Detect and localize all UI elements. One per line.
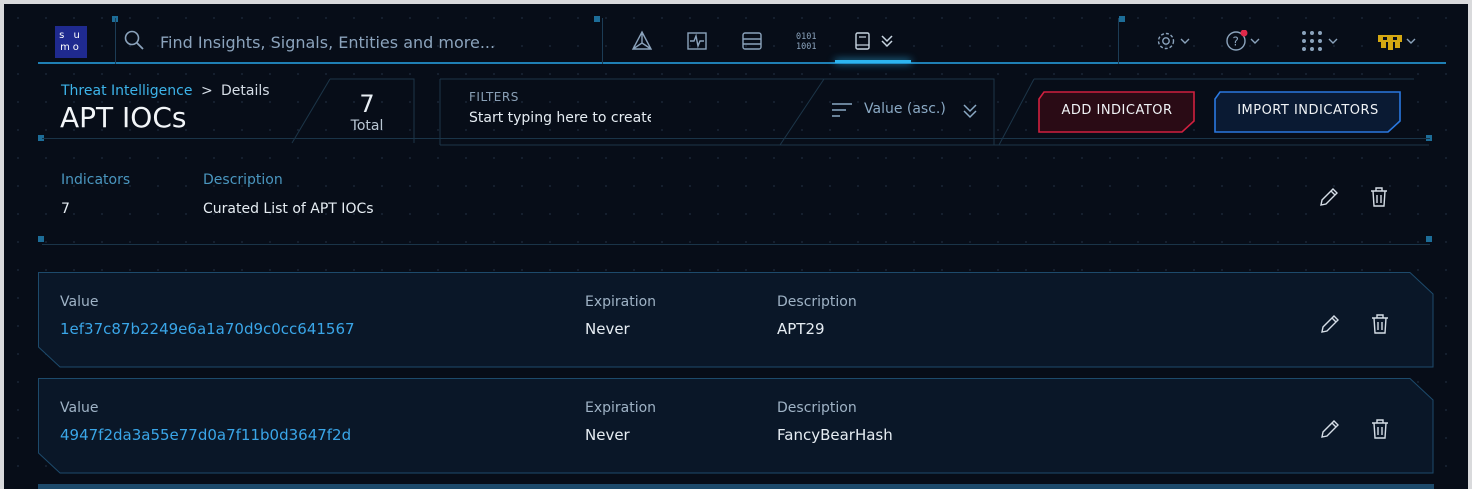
help-icon[interactable]: ? (1224, 30, 1264, 52)
chevron-double-down-icon[interactable] (877, 30, 899, 52)
logo-text-bottom: mo (60, 42, 82, 53)
description-value: APT29 (777, 320, 825, 338)
global-search[interactable] (116, 20, 602, 64)
divider (1118, 18, 1119, 64)
sumo-logo[interactable]: s u mo (55, 26, 87, 58)
indicator-value-link[interactable]: 4947f2da3a55e77d0a7f11b0d3647f2d (60, 426, 351, 444)
total-label: Total (350, 118, 384, 134)
edit-pencil-icon[interactable] (1319, 418, 1341, 440)
indicator-card[interactable]: Value 1ef37c87b2249e6a1a70d9c0cc641567 E… (38, 272, 1434, 368)
import-indicators-label: IMPORT INDICATORS (1237, 103, 1379, 118)
corner-marker (1119, 16, 1125, 22)
breadcrumb-current: Details (221, 83, 270, 99)
edit-pencil-icon[interactable] (1319, 313, 1341, 335)
expiration-label: Expiration (585, 294, 657, 310)
indicators-value: 7 (61, 201, 70, 217)
filters-input[interactable] (469, 108, 651, 128)
active-tab-indicator (835, 60, 911, 63)
next-card-edge (38, 484, 1434, 489)
breadcrumb-separator: > (201, 83, 213, 99)
page-title: APT IOCs (60, 101, 187, 134)
svg-text:0101: 0101 (796, 32, 816, 42)
expiration-value: Never (585, 320, 630, 338)
corner-marker (1426, 236, 1432, 242)
chevron-double-down-icon (963, 104, 977, 119)
filters-label: FILTERS (469, 90, 519, 104)
logo-text-top: s u (59, 30, 83, 41)
app-window: s u mo 0101 1001 (4, 4, 1468, 489)
indicators-label: Indicators (61, 172, 131, 188)
add-indicator-label: ADD INDICATOR (1061, 103, 1173, 118)
expiration-label: Expiration (585, 400, 657, 416)
trash-icon[interactable] (1369, 418, 1391, 440)
indicator-card[interactable]: Value 4947f2da3a55e77d0a7f11b0d3647f2d E… (38, 378, 1434, 474)
corner-marker (38, 236, 44, 242)
expiration-value: Never (585, 426, 630, 444)
description-label: Description (777, 400, 857, 416)
value-label: Value (60, 294, 99, 310)
divider (42, 244, 1430, 245)
value-label: Value (60, 400, 99, 416)
add-indicator-button[interactable]: ADD INDICATOR (1038, 91, 1196, 133)
avatar-icon[interactable] (1376, 30, 1420, 52)
search-input[interactable] (158, 30, 592, 54)
settings-icon[interactable] (1156, 30, 1196, 52)
description-value: FancyBearHash (777, 426, 893, 444)
insights-icon[interactable] (631, 30, 653, 52)
sort-dropdown[interactable]: Value (asc.) (830, 98, 980, 124)
content-icon[interactable] (852, 30, 874, 52)
description-label: Description (777, 294, 857, 310)
search-icon (124, 30, 144, 50)
records-icon[interactable] (741, 30, 763, 52)
total-count: 7 (359, 90, 375, 118)
sort-label: Value (asc.) (864, 101, 946, 117)
signals-icon[interactable] (686, 30, 708, 52)
trash-icon[interactable] (1368, 186, 1390, 208)
breadcrumb-link[interactable]: Threat Intelligence (61, 83, 192, 99)
top-navigation-bar: s u mo 0101 1001 (4, 4, 1468, 66)
description-value: Curated List of APT IOCs (203, 201, 374, 217)
divider (602, 18, 603, 64)
trash-icon[interactable] (1369, 313, 1391, 335)
apps-grid-icon[interactable] (1301, 30, 1343, 52)
edit-pencil-icon[interactable] (1318, 186, 1340, 208)
indicator-value-link[interactable]: 1ef37c87b2249e6a1a70d9c0cc641567 (60, 320, 355, 338)
sort-icon (832, 103, 852, 117)
svg-text:?: ? (1233, 35, 1239, 49)
import-indicators-button[interactable]: IMPORT INDICATORS (1214, 91, 1402, 133)
svg-text:1001: 1001 (796, 42, 816, 52)
entities-icon[interactable]: 0101 1001 (795, 30, 817, 52)
divider (42, 138, 1430, 139)
description-label: Description (203, 172, 283, 188)
